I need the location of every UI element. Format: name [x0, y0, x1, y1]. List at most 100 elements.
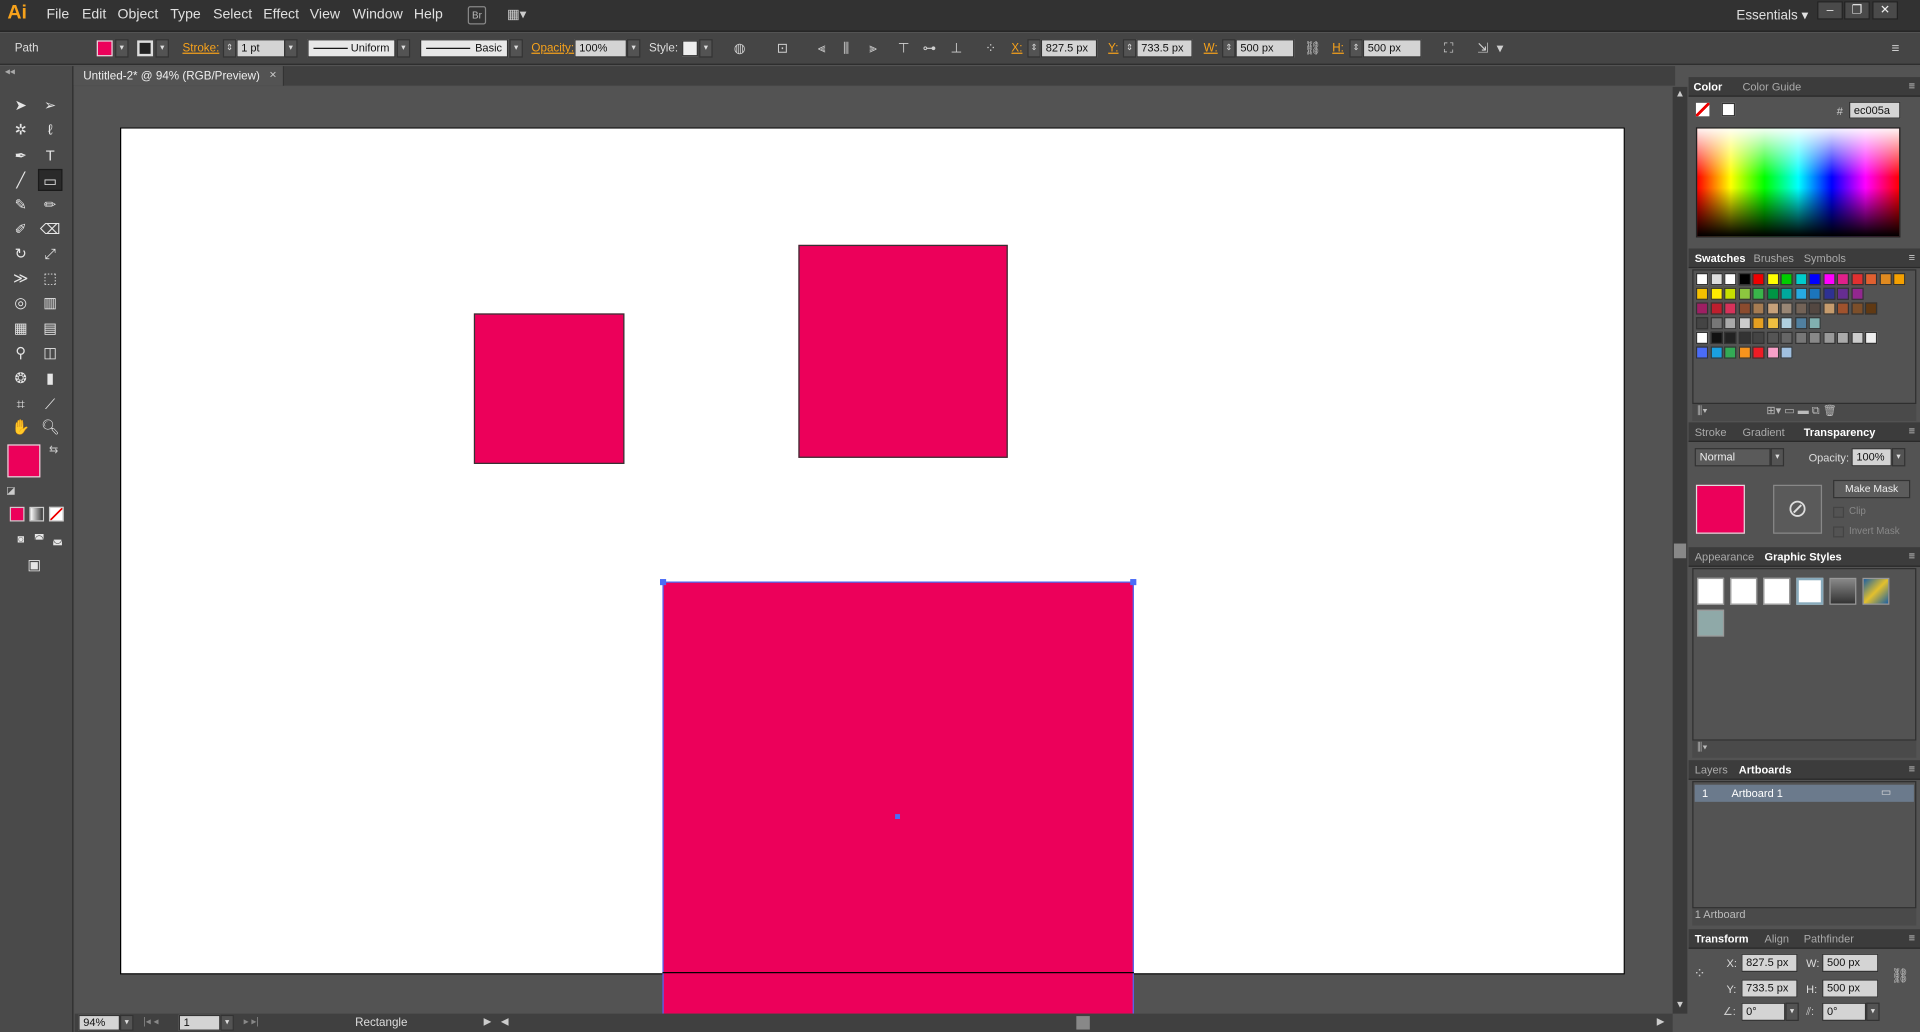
- artboard-row-name[interactable]: Artboard 1: [1731, 787, 1782, 799]
- swatch[interactable]: [1710, 331, 1723, 345]
- rotate-angle-field[interactable]: 0°: [1741, 1002, 1786, 1021]
- swatch-footer-icons[interactable]: ⊞▾ ▭ ▬ ⧉ 🗑︎: [1766, 404, 1836, 416]
- transform-options-icon[interactable]: ⇲: [1474, 40, 1491, 57]
- swap-colors-icon[interactable]: ⇆: [49, 443, 58, 456]
- fill-swatch[interactable]: [96, 40, 113, 57]
- tab-appearance[interactable]: Appearance: [1695, 551, 1754, 563]
- zoom-field[interactable]: 94%: [78, 1014, 121, 1031]
- h-stepper[interactable]: ⇕: [1349, 39, 1363, 58]
- first-artboard-icon[interactable]: |◂ ◂: [143, 1016, 158, 1027]
- scroll-left-icon[interactable]: ◀: [501, 1016, 509, 1027]
- eyedropper-tool-icon[interactable]: ⚲: [9, 342, 33, 364]
- swatch[interactable]: [1738, 331, 1751, 345]
- align-top-icon[interactable]: ⊤: [895, 40, 912, 57]
- hex-field[interactable]: ec005a: [1848, 101, 1901, 119]
- x-field[interactable]: 827.5 px: [1040, 39, 1098, 58]
- color-spectrum[interactable]: [1695, 127, 1901, 238]
- swatch[interactable]: [1864, 331, 1878, 345]
- swatch[interactable]: [1836, 302, 1849, 315]
- style-dropdown[interactable]: ▾: [699, 39, 713, 58]
- stroke-dropdown[interactable]: ▾: [155, 39, 169, 58]
- stroke-swatch[interactable]: [137, 40, 154, 57]
- artboard-options-icon[interactable]: ▭: [1881, 786, 1891, 799]
- vertical-scroll-thumb[interactable]: [1673, 543, 1687, 559]
- swatch[interactable]: [1864, 272, 1878, 286]
- tab-stroke[interactable]: Stroke: [1695, 426, 1727, 438]
- graphic-styles-library-icon[interactable]: ⫼▾: [1697, 741, 1707, 753]
- stroke-stepper[interactable]: ⇕: [222, 39, 237, 58]
- scale-tool-icon[interactable]: ⤢: [38, 242, 62, 264]
- opacity-field[interactable]: 100%: [574, 39, 627, 58]
- swatch[interactable]: [1752, 346, 1765, 359]
- symbol-sprayer-tool-icon[interactable]: ❂: [9, 367, 33, 389]
- transform-panel-menu-icon[interactable]: ≡: [1909, 932, 1915, 944]
- tab-gradient[interactable]: Gradient: [1742, 426, 1784, 438]
- swatch[interactable]: [1695, 331, 1709, 345]
- swatch[interactable]: [1738, 272, 1751, 286]
- tab-align[interactable]: Align: [1765, 933, 1790, 945]
- menu-effect[interactable]: Effect: [263, 7, 299, 22]
- minimize-button[interactable]: –: [1817, 1, 1843, 20]
- gradient-tool-icon[interactable]: ▤: [38, 317, 62, 339]
- swatch[interactable]: [1836, 287, 1849, 300]
- width-tool-icon[interactable]: ≫: [9, 267, 33, 289]
- rotate-tool-icon[interactable]: ↻: [9, 242, 33, 264]
- swatch-grid[interactable]: [1695, 272, 1906, 371]
- swatch[interactable]: [1752, 287, 1765, 300]
- variable-width-profile[interactable]: Uniform: [307, 39, 396, 58]
- medium-square[interactable]: [798, 244, 1008, 458]
- hand-tool-icon[interactable]: ✋: [9, 416, 33, 438]
- workspace-switcher[interactable]: Essentials ▾: [1736, 7, 1808, 24]
- brush-definition[interactable]: Basic: [420, 39, 509, 58]
- style-gradient[interactable]: [1829, 577, 1857, 605]
- swatch[interactable]: [1695, 346, 1709, 359]
- swatch[interactable]: [1738, 346, 1751, 359]
- style-basic-2[interactable]: [1763, 577, 1791, 605]
- shape-builder-tool-icon[interactable]: ◎: [9, 291, 33, 313]
- eraser-tool-icon[interactable]: ⌫: [38, 218, 62, 240]
- transform-x-field[interactable]: 827.5 px: [1741, 953, 1798, 973]
- artboards-panel-menu-icon[interactable]: ≡: [1909, 763, 1915, 775]
- transform-w-field[interactable]: 500 px: [1822, 953, 1879, 973]
- align-left-icon[interactable]: ⫷: [813, 40, 830, 57]
- white-color-icon[interactable]: [1721, 102, 1736, 117]
- screen-mode-icon[interactable]: ▣: [22, 553, 46, 575]
- menu-view[interactable]: View: [310, 7, 340, 22]
- transparency-opacity-field[interactable]: 100%: [1851, 448, 1892, 467]
- swatch[interactable]: [1710, 272, 1723, 286]
- swatch[interactable]: [1808, 331, 1821, 345]
- paintbrush-tool-icon[interactable]: ✎: [9, 193, 33, 215]
- swatch[interactable]: [1822, 272, 1835, 286]
- swatch[interactable]: [1738, 302, 1751, 315]
- swatch[interactable]: [1724, 346, 1737, 359]
- style-basic[interactable]: [1730, 577, 1758, 605]
- menu-file[interactable]: File: [47, 7, 70, 22]
- vertical-scrollbar[interactable]: ▲ ▼: [1672, 86, 1688, 1014]
- h-field[interactable]: 500 px: [1362, 39, 1422, 58]
- swatch[interactable]: [1850, 302, 1864, 315]
- swatch[interactable]: [1780, 302, 1793, 315]
- tab-layers[interactable]: Layers: [1695, 764, 1728, 776]
- swatch[interactable]: [1808, 272, 1821, 286]
- shear-angle-dropdown[interactable]: ▾: [1866, 1002, 1880, 1021]
- swatch[interactable]: [1752, 302, 1765, 315]
- restore-button[interactable]: ❐: [1844, 1, 1870, 20]
- swatch[interactable]: [1724, 331, 1737, 345]
- x-stepper[interactable]: ⇕: [1027, 39, 1041, 58]
- constrain-proportions-icon[interactable]: ⛓: [1304, 40, 1321, 57]
- perspective-grid-tool-icon[interactable]: ▥: [38, 291, 62, 313]
- swatch[interactable]: [1780, 317, 1793, 330]
- swatch[interactable]: [1766, 331, 1779, 345]
- swatch[interactable]: [1766, 302, 1779, 315]
- menu-edit[interactable]: Edit: [82, 7, 106, 22]
- transform-reference-point-icon[interactable]: ⁘: [1693, 965, 1705, 982]
- style-outline[interactable]: [1796, 577, 1824, 605]
- collapse-toolbar-icon[interactable]: ◂◂: [5, 67, 66, 77]
- y-stepper[interactable]: ⇕: [1122, 39, 1137, 58]
- zoom-dropdown[interactable]: ▾: [120, 1014, 134, 1031]
- swatch[interactable]: [1808, 302, 1821, 315]
- swatch[interactable]: [1850, 331, 1864, 345]
- close-window-button[interactable]: ✕: [1872, 1, 1898, 20]
- swatch[interactable]: [1878, 272, 1892, 286]
- artboard-tool-icon[interactable]: ⌗: [9, 393, 33, 415]
